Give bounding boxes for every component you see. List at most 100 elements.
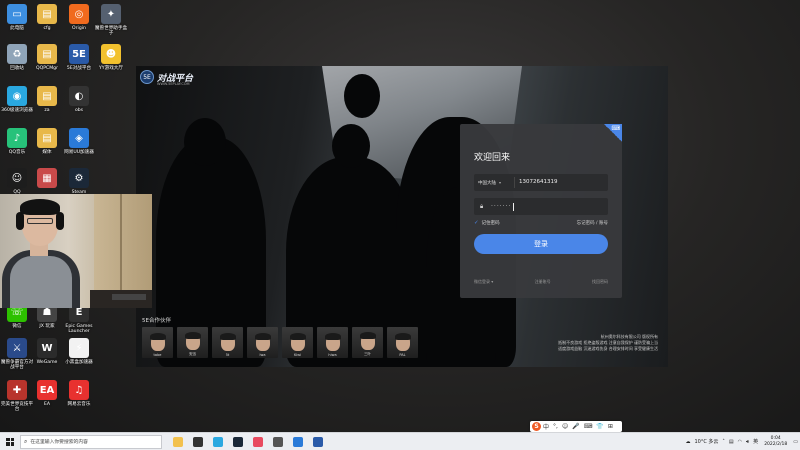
- grid-icon[interactable]: ⊞: [608, 423, 613, 430]
- wow-box-icon: ✚: [7, 380, 27, 400]
- company-line: 适度游戏益脑 沉迷游戏伤身 合理安排时间 享受健康生活: [558, 346, 658, 352]
- taskbar-app-obs[interactable]: [188, 433, 208, 450]
- desktop-icon-qq[interactable]: ☺ QQ: [2, 168, 32, 195]
- desktop-icon-qq-music[interactable]: ♪ QQ音乐: [2, 128, 32, 155]
- partner-avatar: [254, 333, 271, 351]
- desktop-icon-xiaohei-box[interactable]: ⚡ 小黑盒加速器: [64, 338, 94, 365]
- partner-card[interactable]: PAL: [387, 327, 418, 358]
- desktop-icon-obs[interactable]: ◐ obs: [64, 86, 94, 113]
- webcam-person-hair: [20, 199, 60, 215]
- steam-icon: [233, 436, 243, 447]
- desktop-icon-origin[interactable]: ◎ Origin: [64, 4, 94, 31]
- desktop-icon-label: 回收站: [10, 66, 24, 71]
- desktop-icon-360-browser[interactable]: ◉ 360极速浏览器: [1, 86, 33, 113]
- desktop-icon-netease-music[interactable]: ♫ 网易云音乐: [64, 380, 94, 407]
- taskbar: ⌕ 在这里输入你要搜索的内容 ☁ 10°C 多云 ˄ ▤ ◠ 🔊︎ 英 0:04…: [0, 432, 800, 450]
- weather-icon[interactable]: ☁: [685, 439, 690, 445]
- taskbar-app-app-screen[interactable]: [268, 433, 288, 450]
- qr-login-corner[interactable]: ⌨: [604, 124, 622, 142]
- ime-item[interactable]: 中: [543, 422, 549, 431]
- notification-icon[interactable]: ▭: [793, 439, 798, 445]
- desktop-icon-game-box[interactable]: ✦ 魔兽世界助手盒子: [95, 4, 127, 37]
- uu-accel-icon: ◈: [69, 128, 89, 148]
- desktop-icon-yy-game[interactable]: ☻ YY游戏大厅: [96, 44, 126, 71]
- phone-input[interactable]: 13072641319: [514, 177, 558, 188]
- partner-name: 三叶: [364, 352, 371, 356]
- partner-name: 安迅: [189, 352, 196, 356]
- start-button[interactable]: [0, 433, 20, 450]
- desktop-icon-steam[interactable]: ⚙ Steam: [64, 168, 94, 195]
- wechat-login-link[interactable]: 微信登录 ▾: [474, 279, 493, 285]
- wifi-icon[interactable]: ◠: [738, 439, 742, 445]
- partner-avatar: [394, 333, 411, 351]
- desktop-icon-media[interactable]: ▤ 媒体: [32, 128, 62, 155]
- desktop-icon-recycle-bin[interactable]: ♻ 回收站: [2, 44, 32, 71]
- ime-mode-icon[interactable]: 英: [753, 438, 758, 445]
- partner-avatar: [149, 333, 166, 351]
- ime-toolbar[interactable]: S 中 °, ☺ 🎤 ⌨ 👕 ⊞: [530, 421, 622, 432]
- skin-icon[interactable]: 👕: [596, 423, 603, 430]
- partner-name: lwa: [259, 353, 266, 357]
- taskbar-app-app-red[interactable]: [248, 433, 268, 450]
- partner-name: PAL: [399, 353, 406, 357]
- network-icon[interactable]: ▤: [729, 439, 734, 445]
- desktop-icon-this-pc[interactable]: ▭ 此电脑: [2, 4, 32, 31]
- forgot-link[interactable]: 忘记密码 / 账号: [577, 220, 608, 226]
- webcam-keyboard: [112, 294, 146, 300]
- taskbar-app-360[interactable]: [208, 433, 228, 450]
- ime-item[interactable]: °,: [553, 423, 558, 430]
- partner-card[interactable]: lwa: [247, 327, 278, 358]
- login-panel: ⌨ 欢迎回来 中国大陆 ▾ 13072641319 🔒︎ ······· ✓ 记…: [460, 124, 622, 298]
- doc-icon: ▦: [37, 168, 57, 188]
- desktop-icon-label: QQ音乐: [8, 150, 26, 155]
- desktop-icon-label: 网易云音乐: [67, 402, 91, 407]
- partner-avatar: [184, 332, 201, 350]
- keyboard-icon[interactable]: ⌨: [584, 423, 593, 430]
- yy-game-icon: ☻: [101, 44, 121, 64]
- region-select[interactable]: 中国大陆 ▾: [474, 180, 514, 186]
- taskbar-app-app-blue[interactable]: [288, 433, 308, 450]
- weather-text[interactable]: 10°C 多云: [694, 438, 718, 445]
- partner-card[interactable]: 三叶: [352, 327, 383, 358]
- partner-card[interactable]: Kiwi: [282, 327, 313, 358]
- wegame-icon: W: [37, 338, 57, 358]
- desktop-icon-doc[interactable]: ▦: [32, 168, 62, 190]
- desktop-icon-wow-box[interactable]: ✚ 完美世界竞技平台: [1, 380, 33, 413]
- volume-icon[interactable]: 🔊︎: [746, 439, 749, 445]
- taskbar-app-file-explorer[interactable]: [168, 433, 188, 450]
- partner-card[interactable]: 5t: [212, 327, 243, 358]
- emoji-icon[interactable]: ☺: [562, 423, 568, 430]
- qq-icon: ☺: [7, 168, 27, 188]
- ea-icon: EA: [37, 380, 57, 400]
- desktop-icon-wegame[interactable]: W WeGame: [32, 338, 62, 365]
- desktop-icon-ea[interactable]: EA EA: [32, 380, 62, 407]
- desktop-icon-label: YY游戏大厅: [99, 66, 123, 71]
- remember-password[interactable]: ✓ 记住密码: [474, 220, 500, 226]
- chevron-up-icon[interactable]: ˄: [722, 439, 725, 445]
- partner-card[interactable]: tabe: [142, 327, 173, 358]
- recover-link[interactable]: 找回密码: [592, 279, 608, 285]
- desktop-icon-za[interactable]: ▤ za: [32, 86, 62, 113]
- taskbar-app-5e[interactable]: [308, 433, 328, 450]
- xiaohei-box-icon: ⚡: [69, 338, 89, 358]
- desktop-icon-qqpcmgr[interactable]: ▤ QQPCMgr: [32, 44, 62, 71]
- login-button[interactable]: 登录: [474, 234, 608, 254]
- taskbar-search[interactable]: ⌕ 在这里输入你要搜索的内容: [20, 434, 162, 449]
- desktop-icon-wow-cn[interactable]: ⚔ 魔兽争霸官方对战平台: [1, 338, 33, 371]
- partner-card[interactable]: 安迅: [177, 327, 208, 358]
- welcome-title: 欢迎回来: [474, 153, 511, 163]
- taskbar-app-steam[interactable]: [228, 433, 248, 450]
- microphone-icon[interactable]: 🎤: [572, 423, 579, 430]
- webcam-person-vest: [10, 256, 72, 308]
- partner-card[interactable]: hiwa: [317, 327, 348, 358]
- desktop-icon-uu-accel[interactable]: ◈ 网易UU加速器: [64, 128, 94, 155]
- password-field[interactable]: 🔒︎ ·······: [474, 198, 608, 215]
- clock[interactable]: 0:04 2022/2/18: [764, 436, 787, 447]
- register-link[interactable]: 注册账号: [535, 279, 551, 285]
- partner-name: hiwa: [328, 353, 337, 357]
- desktop-icon-5e-platform[interactable]: 5E 5E对战平台: [64, 44, 94, 71]
- desktop-icon-cfg[interactable]: ▤ cfg: [32, 4, 62, 31]
- sogou-logo-icon[interactable]: S: [532, 422, 541, 431]
- desktop-icon-label: EA: [43, 402, 51, 407]
- 5e-icon: [313, 436, 323, 447]
